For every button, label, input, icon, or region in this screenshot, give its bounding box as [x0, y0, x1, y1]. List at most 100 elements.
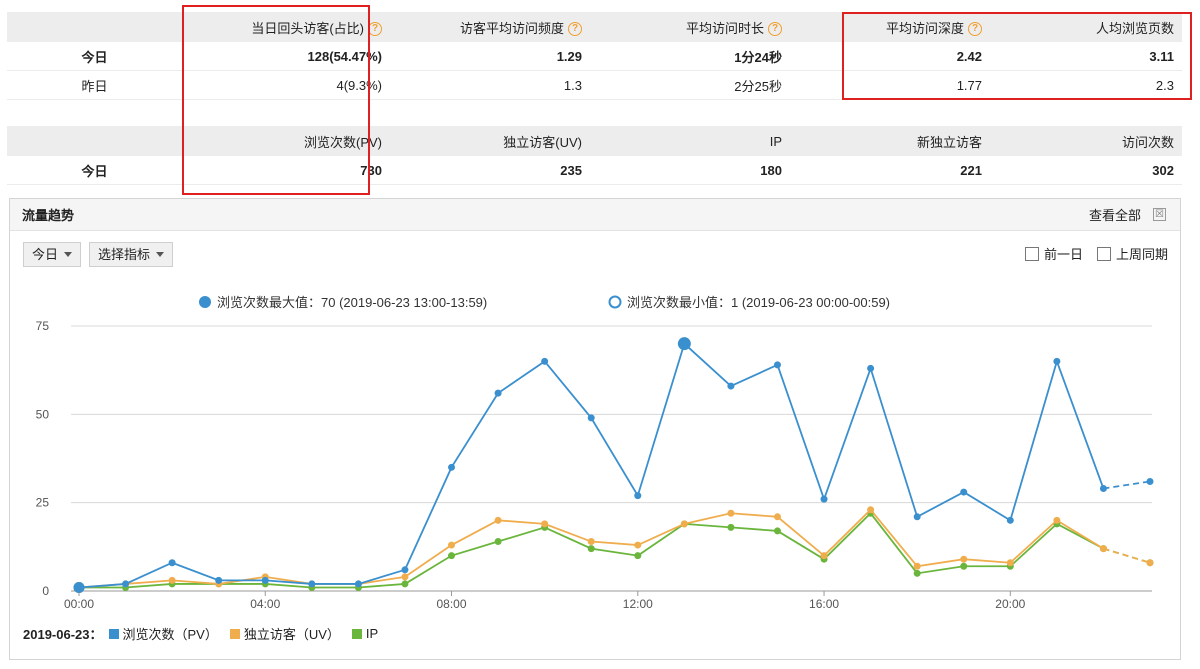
traffic-trend-panel: 流量趋势 查看全部 ☒ 今日 选择指标 前一日 上周同期 0 25 50 75 00:0…: [9, 198, 1181, 660]
x-tick-label: 12:00: [623, 597, 653, 611]
data-point[interactable]: [1099, 485, 1107, 493]
max-value-annotation: 浏览次数最大值：70 (2019-06-23 13:00-13:59): [217, 295, 487, 310]
data-point[interactable]: [1006, 516, 1014, 524]
data-point[interactable]: [820, 552, 828, 560]
data-point[interactable]: [587, 545, 595, 553]
legend-item-ip[interactable]: IP: [351, 626, 379, 641]
data-point[interactable]: [677, 337, 691, 351]
series-line-projected-1: [1103, 547, 1151, 564]
data-point[interactable]: [1146, 559, 1154, 567]
data-point[interactable]: [634, 541, 642, 549]
table-cell: 302: [1152, 162, 1174, 178]
header-cell-returning-visitors: 当日回头访客(占比)?: [182, 18, 382, 37]
help-icon[interactable]: ?: [368, 22, 382, 37]
data-point[interactable]: [913, 569, 921, 577]
data-point[interactable]: [913, 513, 921, 521]
data-point[interactable]: [541, 520, 549, 528]
legend-label: 独立访客（UV）: [243, 627, 340, 642]
data-point[interactable]: [308, 580, 316, 588]
legend-swatch: [351, 628, 362, 639]
data-point[interactable]: [73, 581, 85, 593]
data-point[interactable]: [820, 495, 828, 503]
data-point[interactable]: [960, 555, 968, 563]
data-point[interactable]: [727, 509, 735, 517]
table-row-today: 今日 128(54.47%) 1.29 1分24秒 2.42 3.11: [7, 42, 1182, 71]
data-point[interactable]: [401, 566, 409, 574]
header-cell-avg-duration: 平均访问时长?: [582, 18, 782, 37]
table-row-today: 今日 730 235 180 221 302: [7, 156, 1182, 185]
header-cell-pv: 浏览次数(PV): [303, 134, 382, 150]
table-cell: 3.11: [1149, 48, 1174, 64]
data-point[interactable]: [1053, 516, 1061, 524]
table-cell: 235: [560, 162, 582, 178]
traffic-trend-chart: 0 25 50 75 00:00 04:00 08:00 12:00 16:00 20:00 浏览…: [36, 295, 1154, 611]
header-cell-new-visitors: 新独立访客: [916, 134, 982, 150]
legend-item-uv[interactable]: 独立访客（UV）: [229, 624, 340, 643]
table-row-yesterday: 昨日 4(9.3%) 1.3 2分25秒 1.77 2.3: [7, 71, 1182, 100]
data-point[interactable]: [1099, 545, 1107, 553]
data-point[interactable]: [494, 389, 502, 397]
data-point[interactable]: [168, 559, 176, 567]
header-label: 当日回头访客(占比): [251, 20, 364, 36]
help-icon[interactable]: ?: [568, 22, 582, 37]
data-point[interactable]: [913, 562, 921, 570]
header-cell-visits: 访问次数: [1121, 134, 1174, 150]
help-icon[interactable]: ?: [768, 22, 782, 37]
data-point[interactable]: [680, 520, 688, 528]
header-cell-pages-per-user: 人均浏览页数: [1095, 20, 1174, 36]
table-cell: 1.3: [563, 77, 582, 93]
help-icon[interactable]: ?: [968, 22, 982, 37]
data-point[interactable]: [261, 576, 269, 584]
data-point[interactable]: [727, 523, 735, 531]
max-value-marker-icon: [199, 296, 211, 308]
legend-swatch: [229, 628, 240, 639]
data-point[interactable]: [1146, 477, 1154, 485]
header-cell-avg-depth: 平均访问深度?: [782, 18, 982, 37]
min-value-marker-icon: [608, 295, 622, 309]
data-point[interactable]: [960, 488, 968, 496]
data-point[interactable]: [727, 382, 735, 390]
data-point[interactable]: [541, 357, 549, 365]
summary-table-2: 浏览次数(PV) 独立访客(UV) IP 新独立访客 访问次数 今日 730 2…: [7, 126, 1182, 185]
data-point[interactable]: [494, 538, 502, 546]
data-point[interactable]: [867, 506, 875, 514]
data-point[interactable]: [634, 552, 642, 560]
header-cell-uv: 独立访客(UV): [503, 134, 582, 150]
data-point[interactable]: [773, 527, 781, 535]
data-point[interactable]: [587, 414, 595, 422]
data-point[interactable]: [634, 492, 642, 500]
y-tick-label: 75: [36, 319, 50, 333]
data-point[interactable]: [587, 538, 595, 546]
data-point[interactable]: [122, 580, 130, 588]
data-point[interactable]: [960, 562, 968, 570]
table-cell: 4(9.3%): [336, 77, 382, 93]
table-cell: 2.42: [956, 48, 982, 64]
data-point[interactable]: [401, 573, 409, 581]
x-tick-label: 20:00: [995, 597, 1025, 611]
legend-swatch: [108, 628, 119, 639]
y-tick-label: 25: [36, 496, 50, 510]
table-cell: 1.77: [956, 77, 982, 93]
data-point[interactable]: [448, 463, 456, 471]
row-label: 昨日: [81, 78, 108, 94]
row-label: 今日: [81, 49, 108, 65]
legend-label: 浏览次数（PV）: [122, 627, 218, 642]
legend-item-pv[interactable]: 浏览次数（PV）: [108, 624, 218, 643]
data-point[interactable]: [773, 361, 781, 369]
data-point[interactable]: [494, 516, 502, 524]
legend-date: 2019-06-23：: [23, 627, 103, 642]
data-point[interactable]: [1053, 357, 1061, 365]
legend-label: IP: [365, 626, 379, 641]
data-point[interactable]: [867, 364, 875, 372]
data-point[interactable]: [401, 580, 409, 588]
x-tick-label: 00:00: [64, 597, 94, 611]
data-point[interactable]: [168, 576, 176, 584]
data-point[interactable]: [215, 576, 223, 584]
data-point[interactable]: [1006, 559, 1014, 567]
data-point[interactable]: [354, 580, 362, 588]
data-point[interactable]: [448, 552, 456, 560]
data-point[interactable]: [773, 513, 781, 521]
y-tick-label: 50: [36, 407, 50, 421]
table-cell: 180: [760, 162, 782, 178]
data-point[interactable]: [448, 541, 456, 549]
